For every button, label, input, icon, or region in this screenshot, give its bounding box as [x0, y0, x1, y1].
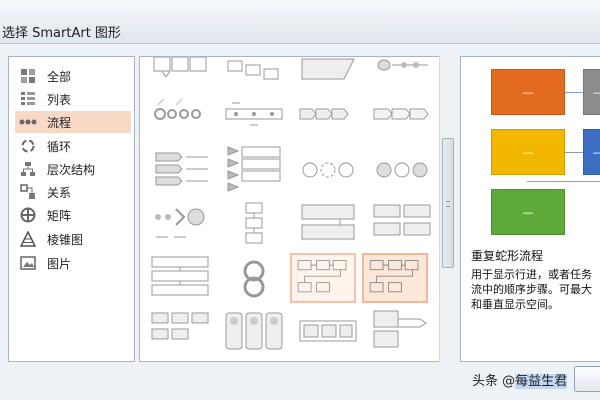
layout-thumbnail[interactable] — [370, 199, 436, 249]
preview-step-box: — — [583, 69, 600, 115]
all-icon — [19, 67, 37, 85]
matrix-icon — [19, 206, 37, 224]
layout-thumbnail[interactable] — [222, 199, 288, 249]
category-item-hierarchy[interactable]: 层次结构 — [15, 158, 131, 180]
layout-thumbnail[interactable] — [148, 145, 214, 195]
layout-thumbnail-hovered[interactable] — [290, 253, 356, 303]
description-line: 和垂直显示空间。 — [471, 298, 559, 311]
preview-connector — [527, 181, 600, 182]
relationship-icon — [19, 183, 37, 201]
layout-thumbnail[interactable] — [296, 89, 362, 139]
layout-thumbnail-selected[interactable] — [362, 253, 428, 303]
layout-thumbnail[interactable] — [148, 89, 214, 139]
category-item-pyramid[interactable]: 棱锥图 — [15, 228, 131, 250]
layout-thumbnail[interactable] — [222, 89, 288, 139]
category-list: 全部 列表 流程 循环 层次结构 关系 矩阵 棱锥图 图片 — [8, 56, 135, 362]
category-label: 层次结构 — [47, 162, 96, 177]
category-label: 棱锥图 — [47, 232, 84, 247]
scrollbar-thumb[interactable] — [442, 138, 454, 268]
cycle-icon — [19, 137, 37, 155]
layout-thumbnail[interactable] — [370, 145, 436, 195]
layout-thumbnail[interactable] — [148, 199, 214, 249]
preview-panel: — — — — — 重复蛇形流程 用于显示行进，或者任务 流中的顺序步骤。可最大… — [460, 56, 600, 362]
watermark-author: 每益生君 — [515, 374, 568, 389]
layout-thumbnail[interactable] — [370, 89, 436, 139]
layout-thumbnail[interactable] — [370, 57, 436, 85]
category-item-all[interactable]: 全部 — [15, 65, 131, 87]
scrollbar-grip-icon — [446, 201, 450, 207]
preview-step-box: — — [491, 69, 565, 115]
preview-description: 用于显示行进，或者任务 流中的顺序步骤。可最大 和垂直显示空间。 — [471, 267, 600, 312]
category-label: 矩阵 — [47, 208, 72, 223]
layout-thumbnail[interactable] — [222, 57, 288, 85]
preview-step-box: — — [583, 129, 600, 175]
category-label: 图片 — [47, 256, 72, 271]
category-item-process[interactable]: 流程 — [15, 111, 131, 133]
hierarchy-icon — [19, 160, 37, 178]
layout-gallery — [139, 56, 455, 362]
list-icon — [19, 90, 37, 108]
preview-connector — [565, 152, 583, 153]
pyramid-icon — [19, 230, 37, 248]
gallery-scrollbar[interactable] — [439, 56, 455, 362]
layout-thumbnail[interactable] — [148, 307, 214, 357]
layout-thumbnail[interactable] — [296, 57, 362, 85]
category-label: 关系 — [47, 185, 72, 200]
dialog-title: 选择 SmartArt 图形 — [2, 26, 121, 41]
layout-thumbnail[interactable] — [222, 307, 288, 357]
preview-connector — [565, 92, 583, 93]
category-item-relationship[interactable]: 关系 — [15, 181, 131, 203]
layout-thumbnail[interactable] — [370, 307, 436, 357]
category-item-picture[interactable]: 图片 — [15, 252, 131, 274]
preview-step-box: — — [491, 189, 565, 235]
category-item-cycle[interactable]: 循环 — [15, 135, 131, 157]
layout-thumbnail[interactable] — [222, 253, 288, 303]
watermark-prefix: 头条 @ — [472, 374, 516, 389]
category-label: 全部 — [47, 69, 72, 84]
layout-thumbnail[interactable] — [296, 307, 362, 357]
watermark: 头条 @每益生君 — [472, 370, 568, 389]
category-label: 循环 — [47, 139, 72, 154]
layout-thumbnail[interactable] — [222, 145, 288, 195]
preview-step-box: — — [491, 129, 565, 175]
layout-thumbnail[interactable] — [296, 145, 362, 195]
preview-diagram: — — — — — — [475, 63, 600, 251]
category-item-list[interactable]: 列表 — [15, 88, 131, 110]
description-line: 用于显示行进，或者任务 — [471, 268, 592, 281]
process-icon — [19, 113, 37, 131]
category-item-matrix[interactable]: 矩阵 — [15, 204, 131, 226]
picture-icon — [19, 254, 37, 272]
category-label: 列表 — [47, 92, 72, 107]
layout-thumbnail[interactable] — [148, 253, 214, 303]
preview-layout-name: 重复蛇形流程 — [471, 249, 544, 263]
category-label: 流程 — [47, 115, 72, 130]
layout-thumbnail[interactable] — [296, 199, 362, 249]
description-line: 流中的顺序步骤。可最大 — [471, 283, 592, 296]
dialog-titlebar: 选择 SmartArt 图形 — [0, 0, 600, 44]
ok-button[interactable] — [574, 366, 600, 392]
layout-thumbnail[interactable] — [148, 57, 214, 85]
